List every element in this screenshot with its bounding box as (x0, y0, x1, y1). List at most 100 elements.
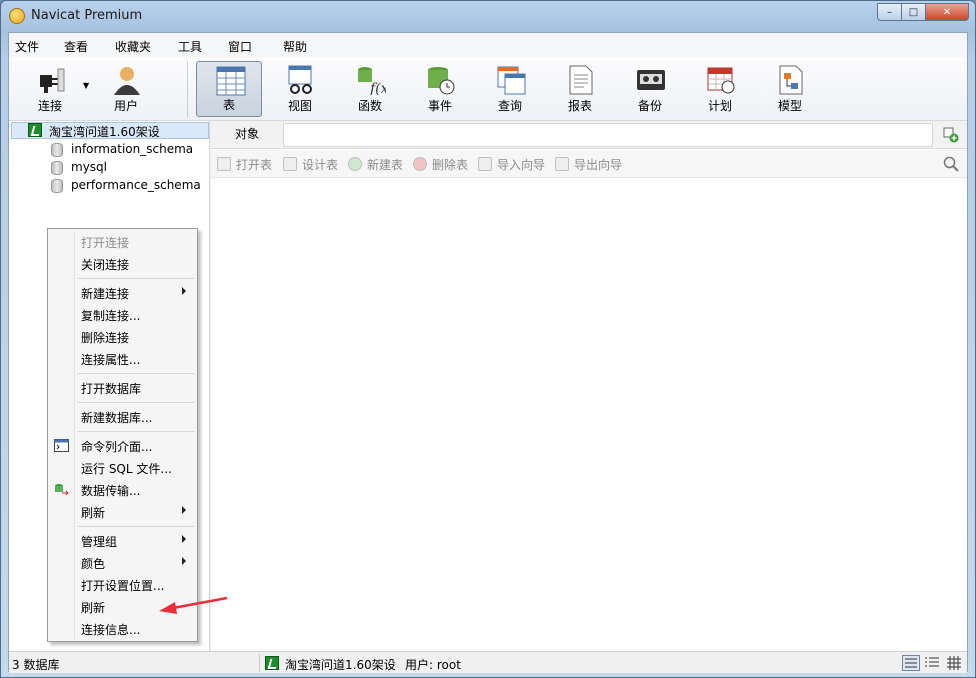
menu-delete-connection[interactable]: 删除连接 (81, 329, 129, 346)
tree-connection-node[interactable]: 淘宝湾问道1.60架设 (11, 122, 209, 139)
menu-separator (78, 278, 194, 279)
model-button[interactable]: 模型 (757, 61, 823, 117)
schedule-label: 计划 (707, 99, 732, 113)
menu-connection-info[interactable]: 连接信息... (81, 621, 140, 638)
event-label: 事件 (427, 99, 452, 113)
model-label: 模型 (777, 99, 802, 113)
list-view-icon[interactable] (902, 655, 920, 671)
object-action-bar: 打开表 设计表 新建表 删除表 导入向导 导出向导 (211, 150, 967, 178)
submenu-arrow-icon (182, 506, 186, 514)
context-menu-gutter (74, 231, 75, 639)
status-bar: 3 数据库 淘宝湾问道1.60架设 用户: root (9, 651, 967, 673)
menu-file[interactable]: 文件 (15, 38, 39, 55)
plug-icon (40, 68, 65, 93)
open-table-button[interactable]: 打开表 (217, 156, 272, 173)
event-icon (428, 67, 455, 95)
detail-view-icon[interactable] (924, 655, 940, 671)
submenu-arrow-icon (182, 287, 186, 295)
menu-favorites[interactable]: 收藏夹 (115, 38, 151, 55)
menu-separator (78, 402, 194, 403)
menu-bar: 文件 查看 收藏夹 工具 窗口 帮助 (9, 33, 967, 57)
status-connection: 淘宝湾问道1.60架设 (285, 658, 396, 672)
menu-data-transfer[interactable]: 数据传输... (81, 482, 140, 499)
menu-color[interactable]: 颜色 (81, 555, 105, 572)
menu-view[interactable]: 查看 (64, 38, 88, 55)
query-icon (497, 66, 526, 95)
user-button[interactable]: 用户 (93, 61, 159, 117)
menu-open-connection[interactable]: 打开连接 (81, 234, 129, 251)
toolbar-separator (187, 61, 188, 117)
menu-open-database[interactable]: 打开数据库 (81, 380, 141, 397)
menu-manage-group[interactable]: 管理组 (81, 533, 117, 550)
connect-button[interactable]: 连接 (17, 61, 83, 117)
database-icon (51, 161, 63, 175)
connection-name: 淘宝湾问道1.60架设 (49, 125, 160, 139)
maximize-button[interactable]: □ (901, 3, 926, 21)
new-object-icon[interactable] (943, 127, 959, 143)
import-icon (478, 157, 492, 171)
delete-table-label: 删除表 (432, 158, 469, 172)
minimize-button[interactable]: – (877, 3, 902, 21)
export-wizard-label: 导出向导 (574, 158, 623, 172)
close-button[interactable]: ✕ (925, 3, 969, 21)
database-name: performance_schema (71, 178, 201, 192)
svg-text:f(x): f(x) (369, 81, 386, 95)
menu-refresh[interactable]: 刷新 (81, 599, 105, 616)
new-table-label: 新建表 (367, 158, 404, 172)
menu-duplicate-connection[interactable]: 复制连接... (81, 307, 140, 324)
tab-objects[interactable]: 对象 (211, 121, 283, 149)
design-table-button[interactable]: 设计表 (283, 156, 338, 173)
delete-table-button[interactable]: 删除表 (413, 156, 468, 173)
database-icon (51, 143, 63, 157)
search-icon[interactable] (943, 156, 959, 172)
app-window: Navicat Premium – □ ✕ 文件 查看 收藏夹 工具 窗口 帮助… (0, 0, 976, 678)
export-icon (555, 157, 569, 171)
submenu-arrow-icon (182, 535, 186, 543)
table-icon (216, 66, 246, 96)
database-icon (51, 179, 63, 193)
delete-table-icon (413, 157, 427, 171)
menu-command-line[interactable]: 命令列介面... (81, 438, 152, 455)
report-icon (569, 65, 593, 95)
main-toolbar: 连接 ▼ 用户 表 视图 f(函数 事件 查询 报表 备份 计划 模型 (9, 57, 967, 121)
open-table-label: 打开表 (236, 158, 273, 172)
connect-dropdown-icon[interactable]: ▼ (83, 81, 89, 90)
navicat-logo-icon (9, 8, 25, 24)
data-transfer-icon (55, 484, 69, 496)
report-button[interactable]: 报表 (547, 61, 613, 117)
database-name: information_schema (71, 142, 194, 156)
backup-label: 备份 (637, 99, 662, 113)
console-icon (54, 439, 69, 452)
menu-separator (78, 431, 194, 432)
schedule-button[interactable]: 计划 (687, 61, 753, 117)
backup-icon (637, 70, 665, 90)
menu-separator (78, 526, 194, 527)
menu-help[interactable]: 帮助 (283, 38, 307, 55)
menu-window[interactable]: 窗口 (228, 38, 252, 55)
import-wizard-button[interactable]: 导入向导 (478, 156, 545, 173)
backup-button[interactable]: 备份 (617, 61, 683, 117)
new-table-button[interactable]: 新建表 (348, 156, 403, 173)
status-user: 用户: root (405, 658, 461, 672)
export-wizard-button[interactable]: 导出向导 (555, 156, 622, 173)
menu-tools[interactable]: 工具 (178, 38, 202, 55)
view-icon (288, 65, 312, 94)
menu-run-sql-file[interactable]: 运行 SQL 文件... (81, 460, 172, 477)
object-header: 对象 (211, 121, 967, 149)
grid-view-icon[interactable] (946, 655, 962, 671)
view-button[interactable]: 视图 (267, 61, 333, 117)
event-button[interactable]: 事件 (407, 61, 473, 117)
table-button[interactable]: 表 (196, 61, 262, 117)
menu-separator (78, 373, 194, 374)
menu-new-connection[interactable]: 新建连接 (81, 285, 129, 302)
query-button[interactable]: 查询 (477, 61, 543, 117)
report-label: 报表 (567, 99, 592, 113)
design-table-icon (283, 157, 297, 171)
design-table-label: 设计表 (302, 158, 339, 172)
menu-refresh-submenu[interactable]: 刷新 (81, 504, 105, 521)
function-button[interactable]: f(x) 函数 (337, 61, 403, 117)
menu-new-database[interactable]: 新建数据库... (81, 409, 152, 426)
annotation-arrow-icon (159, 596, 228, 614)
menu-connection-properties[interactable]: 连接属性... (81, 351, 140, 368)
menu-close-connection[interactable]: 关闭连接 (81, 256, 129, 273)
